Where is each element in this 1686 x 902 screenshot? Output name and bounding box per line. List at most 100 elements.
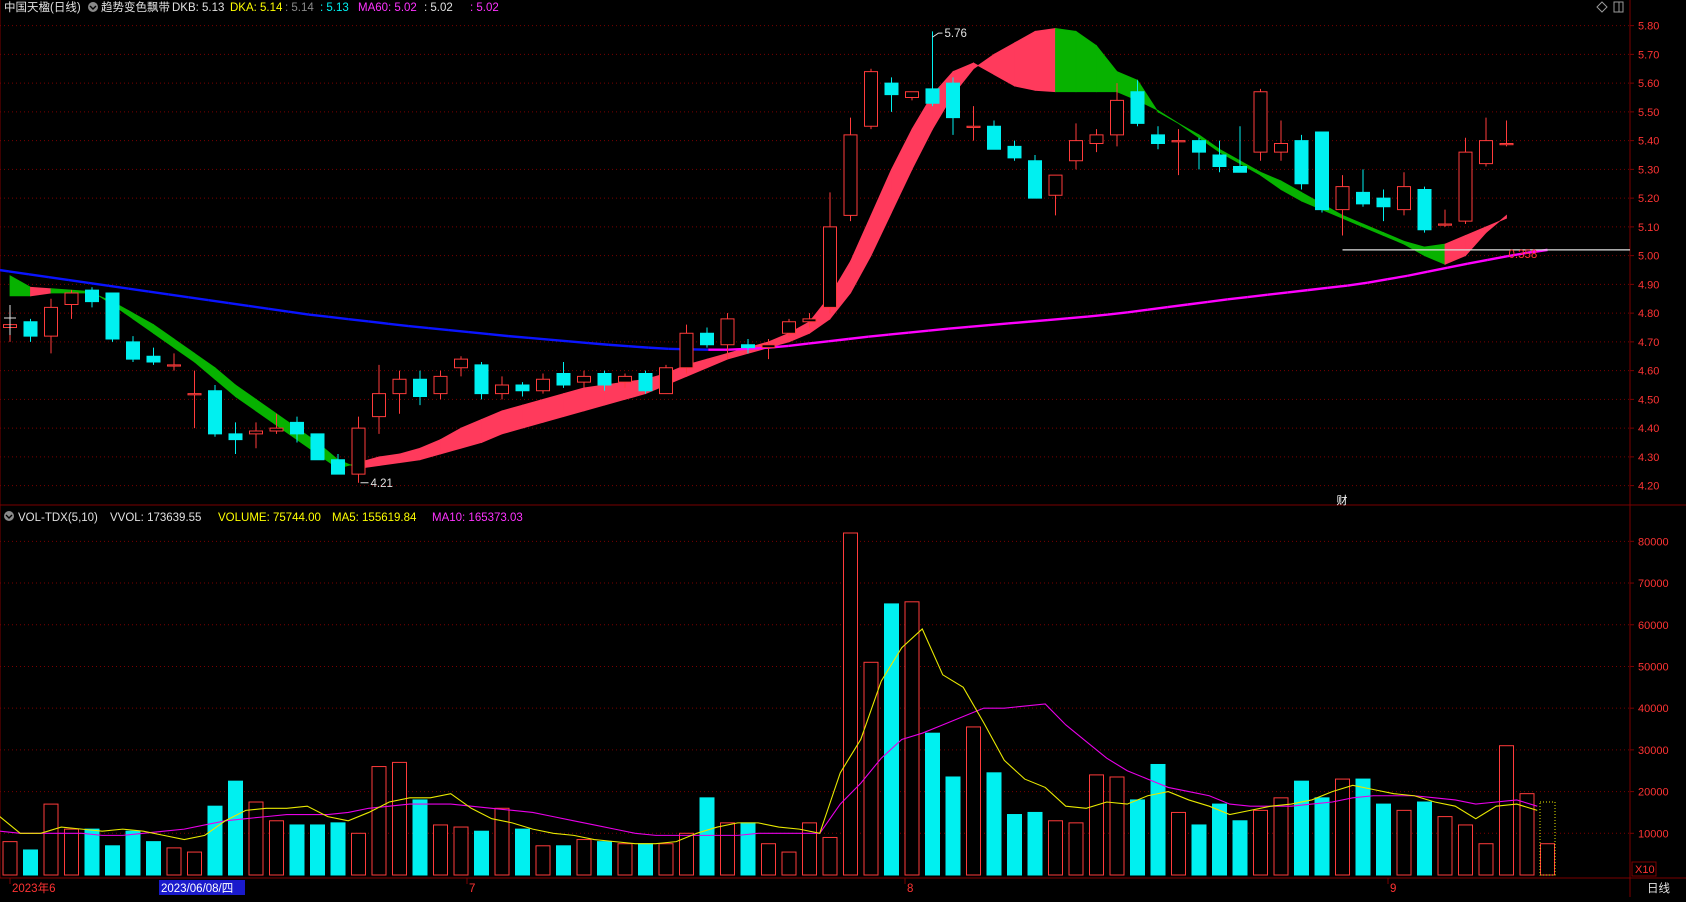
price-tick-label: 5.40 [1638,136,1659,148]
candle-body [516,385,529,391]
volume-bar [1069,823,1083,875]
candle-body [1377,198,1390,207]
candle-body [1234,167,1247,173]
volume-bar [167,848,181,875]
period-label[interactable]: 日线 [1647,881,1670,895]
candle-body [250,431,263,434]
volume-bar [290,825,304,875]
candle-body [680,333,693,368]
stock-chart[interactable]: 5.805.705.605.505.405.305.205.105.004.90… [0,0,1686,897]
price-tick-label: 5.20 [1638,193,1659,205]
vol-ma5-value: MA5: 155619.84 [332,512,417,524]
cursor-date: 2023/06/08/四 [161,883,233,895]
volume-bar [823,837,837,875]
candle [311,434,324,460]
volume-bar [762,844,776,875]
candle-body [742,345,755,348]
volume-bar [270,821,284,875]
candle-body [762,345,775,348]
candle-body [1357,192,1370,204]
volume-tick-label: 40000 [1638,703,1669,715]
financial-report-marker[interactable]: 财 [1337,493,1348,507]
indicator-toggle-icon[interactable] [88,2,98,12]
ribbon-segment [1056,29,1077,92]
volume-bar [782,852,796,875]
candle-body [988,126,1001,149]
candle-body [496,385,509,394]
candle [865,69,878,129]
volume-bar [229,781,243,875]
volume-bar [700,798,714,875]
candle-body [639,374,652,391]
price-tick-label: 4.90 [1638,279,1659,291]
candle-body [65,293,78,305]
candle-body [147,356,160,362]
candle-body [352,428,365,474]
volume-tick-label: 30000 [1638,745,1669,757]
indicator-extra-1: : 5.14 [285,2,314,14]
price-tick-label: 4.80 [1638,308,1659,320]
candle-body [824,227,837,308]
volume-bar [967,727,981,875]
volume-bar [1459,825,1473,875]
volume-bar [1295,781,1309,875]
volume-bar [1356,779,1370,875]
candle-body [1111,100,1124,135]
candle-body [906,92,919,98]
volume-bar [106,846,120,875]
candle-body [1418,190,1431,230]
volume-tick-label: 70000 [1638,578,1669,590]
candle-body [1131,92,1144,124]
month-tick-label: 7 [469,883,475,895]
candle [639,371,652,394]
volume-bar [864,662,878,875]
candle-body [1049,175,1062,195]
volume-bar [454,827,468,875]
candle-body [393,379,406,393]
indicator-name: 趋势变色飘带 [101,0,170,14]
volume-bar [1377,804,1391,875]
candle-body [537,379,550,391]
candle-body [947,83,960,118]
candle [1418,187,1431,233]
volume-bar [126,831,140,875]
volume-bar [413,800,427,875]
volume-bar [372,767,386,875]
volume-bar [1090,775,1104,875]
candle-body [1070,141,1083,161]
volume-tick-label: 50000 [1638,661,1669,673]
volume-bar [741,823,755,875]
ma60-value: MA60: 5.02 [358,2,417,14]
indicator-extra-2: : 5.13 [320,2,349,14]
price-tick-label: 5.30 [1638,164,1659,176]
volume-bar [1049,821,1063,875]
volume-bar [249,802,263,875]
candle-body [1152,135,1165,144]
chart-window: 5.805.705.605.505.405.305.205.105.004.90… [0,0,1686,897]
candle-body [1480,141,1493,164]
candle-body [701,333,714,345]
volume-bar [475,831,489,875]
volume-bar [946,777,960,875]
candle-body [1254,92,1267,152]
price-tick-label: 5.60 [1638,78,1659,90]
volume-bar [393,762,407,875]
vvol-value: VVOL: 173639.55 [110,512,201,524]
candle-body [45,307,58,336]
volume-bar [577,840,591,875]
volume-bar [1438,817,1452,875]
month-tick-label: 9 [1390,883,1396,895]
candle-body [1398,187,1411,210]
volume-bar [434,825,448,875]
indicator-extra-3: : 5.02 [424,2,453,14]
volume-bar [1028,812,1042,875]
volume-bar [516,829,530,875]
volume-toggle-icon[interactable] [4,511,14,521]
volume-multiplier: X10 [1635,864,1655,876]
volume-bar [44,804,58,875]
candle-body [373,394,386,417]
candle-body [1172,141,1185,142]
volume-bar [1110,777,1124,875]
candle-body [127,342,140,359]
candle [660,365,673,394]
